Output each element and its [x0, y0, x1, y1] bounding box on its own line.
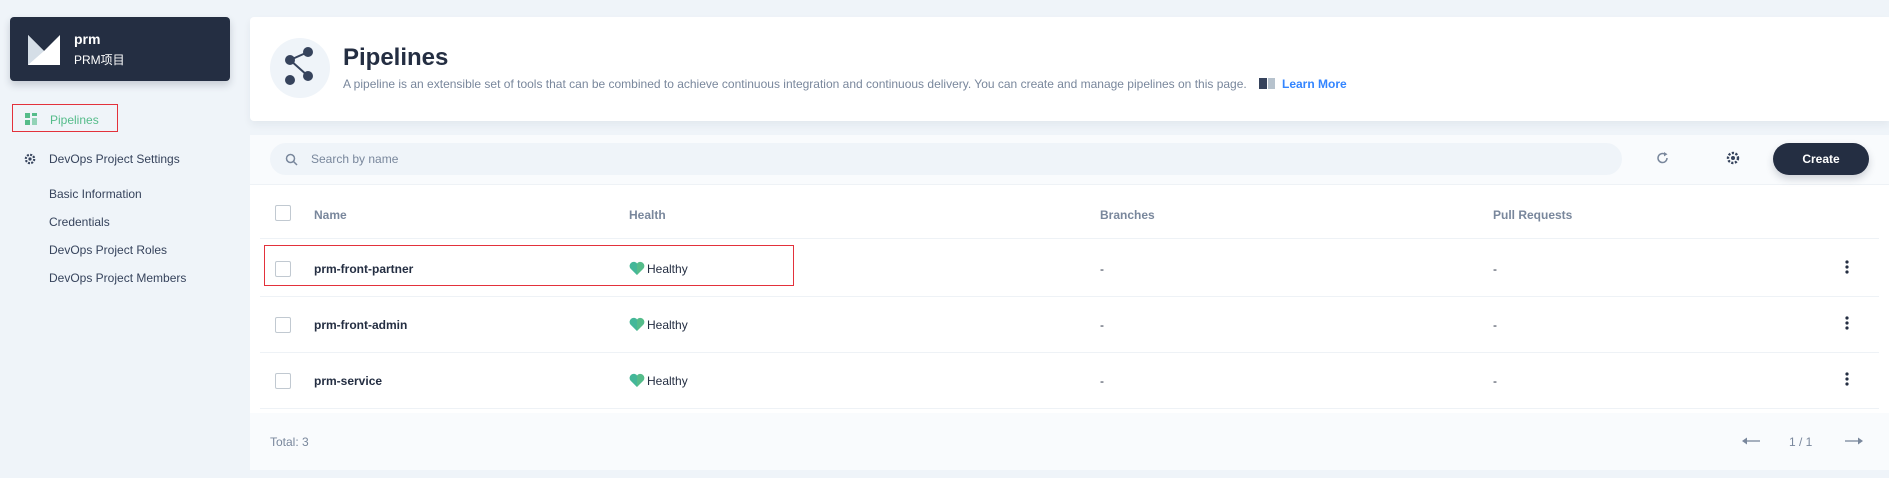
learn-more-link[interactable]: Learn More [1282, 77, 1347, 91]
heart-icon [629, 317, 645, 331]
select-all-checkbox[interactable] [275, 205, 291, 221]
gear-icon [24, 153, 36, 165]
search-box[interactable] [270, 143, 1622, 175]
pipeline-name-link[interactable]: prm-front-partner [314, 262, 413, 276]
row-checkbox[interactable] [275, 261, 291, 277]
health-status: Healthy [647, 318, 688, 332]
project-name: prm [74, 31, 101, 47]
page-description: A pipeline is an extensible set of tools… [343, 77, 1247, 91]
sidebar-item-roles[interactable]: DevOps Project Roles [49, 243, 167, 257]
pipeline-header-icon [270, 38, 330, 98]
sidebar-item-label: Pipelines [50, 113, 99, 127]
create-button[interactable]: Create [1773, 143, 1869, 175]
table-footer: Total: 3 1 / 1 [250, 413, 1889, 470]
gear-icon[interactable] [1726, 151, 1740, 165]
column-header-pull-requests: Pull Requests [1493, 208, 1573, 222]
branches-count: - [1100, 262, 1104, 276]
project-description: PRM项目 [74, 53, 125, 67]
arrow-right-icon[interactable] [1845, 437, 1863, 445]
project-card[interactable]: prm PRM项目 [10, 17, 230, 81]
more-icon[interactable] [1845, 316, 1849, 330]
sidebar-item-members[interactable]: DevOps Project Members [49, 271, 186, 285]
page-title: Pipelines [343, 44, 449, 71]
refresh-icon[interactable] [1656, 151, 1670, 165]
page-indicator: 1 / 1 [1789, 435, 1813, 449]
heart-icon [629, 373, 645, 387]
pipelines-nav-icon [25, 113, 37, 125]
table-row[interactable]: prm-front-partner Healthy - - [260, 241, 1879, 297]
health-status: Healthy [647, 262, 688, 276]
arrow-left-icon[interactable] [1742, 437, 1760, 445]
sidebar-item-credentials[interactable]: Credentials [49, 215, 110, 229]
pipeline-table-card: Create Name Health Branches Pull Request… [250, 135, 1889, 470]
row-checkbox[interactable] [275, 317, 291, 333]
pull-requests-count: - [1493, 318, 1497, 332]
page-header: Pipelines A pipeline is an extensible se… [250, 17, 1889, 121]
sidebar-item-label: DevOps Project Settings [49, 152, 180, 166]
more-icon[interactable] [1845, 372, 1849, 386]
sidebar-item-pipelines[interactable]: Pipelines [12, 104, 118, 132]
column-header-health: Health [629, 208, 666, 222]
table-header: Name Health Branches Pull Requests [260, 187, 1879, 239]
sidebar-item-basic-information[interactable]: Basic Information [49, 187, 142, 201]
table-row[interactable]: prm-front-admin Healthy - - [260, 297, 1879, 353]
search-input[interactable] [311, 144, 1611, 174]
pull-requests-count: - [1493, 374, 1497, 388]
health-status: Healthy [647, 374, 688, 388]
total-count: Total: 3 [270, 435, 309, 449]
branches-count: - [1100, 374, 1104, 388]
row-checkbox[interactable] [275, 373, 291, 389]
pipeline-name-link[interactable]: prm-service [314, 374, 382, 388]
more-icon[interactable] [1845, 260, 1849, 274]
project-logo-icon [28, 35, 60, 65]
heart-icon [629, 261, 645, 275]
pipeline-name-link[interactable]: prm-front-admin [314, 318, 407, 332]
search-icon [285, 153, 298, 166]
toolbar: Create [250, 135, 1889, 185]
column-header-name[interactable]: Name [314, 208, 347, 222]
table-row[interactable]: prm-service Healthy - - [260, 353, 1879, 409]
pull-requests-count: - [1493, 262, 1497, 276]
column-header-branches: Branches [1100, 208, 1155, 222]
book-icon [1259, 78, 1275, 89]
sidebar-item-devops-settings[interactable]: DevOps Project Settings [24, 151, 180, 167]
branches-count: - [1100, 318, 1104, 332]
